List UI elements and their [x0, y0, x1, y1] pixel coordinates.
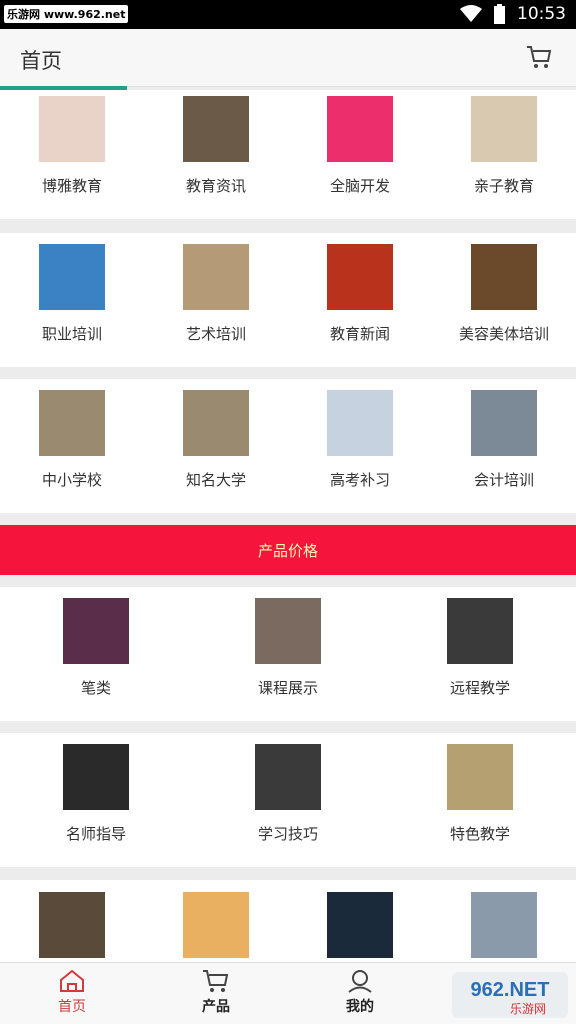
product-thumb	[63, 598, 129, 664]
product-item[interactable]	[432, 880, 576, 962]
main-content: 博雅教育 教育资讯 全脑开发 亲子教育 职业培训 艺术培训 教育新闻 美容美体培…	[0, 90, 576, 962]
category-label: 知名大学	[185, 471, 246, 489]
tab-label: 我的	[346, 999, 374, 1015]
user-icon	[348, 970, 372, 993]
product-row: 名师指导 学习技巧 特色教学	[0, 733, 576, 867]
site-logo-watermark: 962.NET 乐游网	[452, 972, 568, 1018]
page-title: 首页	[20, 49, 62, 73]
product-thumb	[255, 598, 321, 664]
category-thumb	[327, 244, 393, 310]
svg-text:962.NET: 962.NET	[471, 979, 550, 1001]
category-label: 全脑开发	[329, 177, 390, 195]
category-item[interactable]: 教育资讯	[144, 90, 288, 219]
cart-icon[interactable]	[526, 45, 552, 69]
product-item[interactable]: 笔类	[0, 587, 192, 721]
product-thumb	[447, 744, 513, 810]
category-item[interactable]: 会计培训	[432, 379, 576, 513]
home-icon	[60, 969, 84, 992]
category-item[interactable]: 教育新闻	[288, 233, 432, 367]
category-thumb	[39, 244, 105, 310]
category-item[interactable]: 高考补习	[288, 379, 432, 513]
status-bar: 乐游网 www.962.net 10:53	[0, 0, 576, 29]
category-label: 教育新闻	[329, 325, 390, 343]
product-label: 学习技巧	[257, 825, 318, 843]
product-thumb	[183, 892, 249, 958]
product-label: 笔类	[80, 679, 111, 697]
cart-icon	[203, 970, 229, 992]
product-thumb	[39, 892, 105, 958]
svg-text:乐游网: 乐游网	[510, 1002, 546, 1016]
product-row: 笔类 课程展示 远程教学	[0, 587, 576, 721]
product-label: 特色教学	[449, 825, 510, 843]
product-label: 课程展示	[257, 679, 318, 697]
battery-icon	[494, 4, 505, 24]
category-row: 博雅教育 教育资讯 全脑开发 亲子教育	[0, 90, 576, 219]
app-header: 首页	[0, 29, 576, 87]
tab-label: 首页	[58, 999, 86, 1015]
banner-label: 产品价格	[257, 541, 318, 560]
product-label: 名师指导	[65, 825, 126, 843]
product-thumb	[63, 744, 129, 810]
product-thumb	[471, 892, 537, 958]
category-item[interactable]: 亲子教育	[432, 90, 576, 219]
product-item[interactable]: 名师指导	[0, 733, 192, 867]
category-thumb	[471, 390, 537, 456]
category-item[interactable]: 博雅教育	[0, 90, 144, 219]
category-item[interactable]: 艺术培训	[144, 233, 288, 367]
category-thumb	[183, 244, 249, 310]
product-price-banner[interactable]: 产品价格	[0, 525, 576, 575]
category-item[interactable]: 知名大学	[144, 379, 288, 513]
category-row: 职业培训 艺术培训 教育新闻 美容美体培训	[0, 233, 576, 367]
category-thumb	[39, 96, 105, 162]
category-label: 中小学校	[41, 471, 102, 489]
category-item[interactable]: 美容美体培训	[432, 233, 576, 367]
category-thumb	[471, 96, 537, 162]
category-label: 美容美体培训	[458, 325, 549, 343]
category-label: 艺术培训	[185, 325, 246, 343]
product-item[interactable]: 特色教学	[384, 733, 576, 867]
watermark: 乐游网 www.962.net	[4, 5, 129, 23]
category-thumb	[39, 390, 105, 456]
category-label: 亲子教育	[473, 177, 534, 195]
product-item[interactable]: 课程展示	[192, 587, 384, 721]
product-item[interactable]: 学习技巧	[192, 733, 384, 867]
product-thumb	[447, 598, 513, 664]
category-label: 会计培训	[473, 471, 534, 489]
category-row: 中小学校 知名大学 高考补习 会计培训	[0, 379, 576, 513]
category-label: 高考补习	[329, 471, 390, 489]
clock: 10:53	[517, 4, 566, 24]
product-thumb	[255, 744, 321, 810]
tab-mine[interactable]: 我的	[288, 963, 432, 1024]
category-thumb	[183, 96, 249, 162]
product-row	[0, 880, 576, 962]
product-item[interactable]: 远程教学	[384, 587, 576, 721]
wifi-icon	[460, 5, 482, 22]
category-label: 职业培训	[41, 325, 102, 343]
category-label: 博雅教育	[41, 177, 102, 195]
product-thumb	[327, 892, 393, 958]
tab-products[interactable]: 产品	[144, 963, 288, 1024]
tab-label: 产品	[202, 999, 230, 1015]
category-thumb	[183, 390, 249, 456]
category-item[interactable]: 职业培训	[0, 233, 144, 367]
tab-home[interactable]: 首页	[0, 963, 144, 1024]
category-item[interactable]: 中小学校	[0, 379, 144, 513]
product-label: 远程教学	[449, 679, 510, 697]
category-thumb	[327, 390, 393, 456]
category-item[interactable]: 全脑开发	[288, 90, 432, 219]
category-thumb	[327, 96, 393, 162]
product-item[interactable]	[288, 880, 432, 962]
category-label: 教育资讯	[185, 177, 246, 195]
category-thumb	[471, 244, 537, 310]
product-item[interactable]	[0, 880, 144, 962]
product-item[interactable]	[144, 880, 288, 962]
